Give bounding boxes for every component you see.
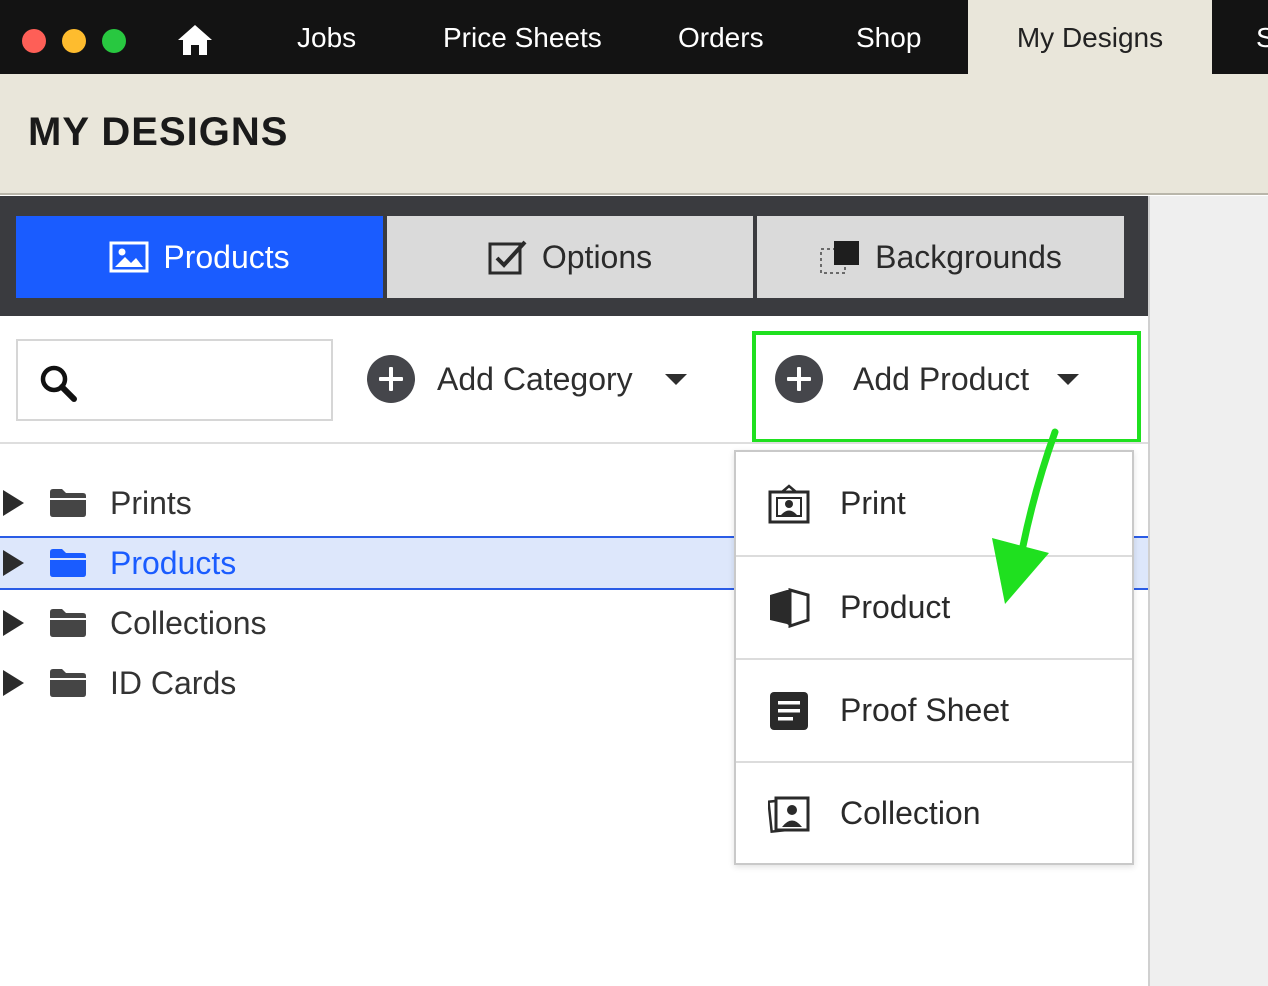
- menu-item-label: Collection: [840, 795, 981, 831]
- chevron-down-icon: [1057, 373, 1080, 385]
- tab-options[interactable]: Options: [387, 216, 753, 298]
- menu-item-label: Print: [840, 485, 906, 521]
- page-title: MY DESIGNS: [28, 110, 289, 154]
- nav-orders[interactable]: Orders: [678, 0, 764, 74]
- expand-arrow-icon[interactable]: [3, 610, 24, 636]
- add-product-button[interactable]: Add Product: [775, 354, 1080, 404]
- search-box: [16, 339, 333, 421]
- tab-options-label: Options: [541, 238, 653, 275]
- tab-products-label: Products: [163, 238, 290, 275]
- document-lines-icon: [770, 691, 808, 730]
- tree-item-label: ID Cards: [110, 664, 237, 701]
- folder-icon: [50, 549, 86, 577]
- search-input[interactable]: [90, 357, 320, 403]
- expand-arrow-icon[interactable]: [3, 670, 24, 696]
- nav-shop[interactable]: Shop: [856, 0, 921, 74]
- right-side-panel: [1148, 196, 1268, 986]
- folder-icon: [50, 669, 86, 697]
- toolbar-divider: [0, 442, 1148, 444]
- tree-item-label: Products: [110, 544, 237, 581]
- plus-circle-icon: [367, 355, 415, 403]
- top-nav: Jobs Price Sheets Orders Shop My Designs…: [0, 0, 1268, 74]
- menu-item-label: Proof Sheet: [840, 692, 1009, 728]
- image-icon: [109, 241, 149, 273]
- nav-price-sheets[interactable]: Price Sheets: [443, 0, 602, 74]
- framed-portrait-icon: [768, 483, 810, 523]
- tab-backgrounds-label: Backgrounds: [875, 238, 1062, 275]
- expand-arrow-icon[interactable]: [3, 490, 24, 516]
- page-header: MY DESIGNS: [0, 74, 1268, 195]
- menu-item-proof-sheet[interactable]: Proof Sheet: [736, 658, 1132, 761]
- add-category-button[interactable]: Add Category: [367, 354, 687, 404]
- window-zoom-button[interactable]: [102, 29, 126, 53]
- search-icon: [40, 365, 77, 402]
- checkbox-icon: [488, 240, 527, 275]
- tree-item-label: Collections: [110, 604, 267, 641]
- nav-jobs[interactable]: Jobs: [297, 0, 356, 74]
- menu-item-label: Product: [840, 589, 951, 625]
- home-icon[interactable]: [176, 23, 214, 57]
- background-layers-icon: [820, 241, 860, 274]
- tree-item-label: Prints: [110, 484, 192, 521]
- add-category-label: Add Category: [437, 360, 633, 397]
- add-product-label: Add Product: [853, 360, 1030, 397]
- add-product-dropdown-menu: Print Product Proof Sheet Collection: [734, 450, 1134, 865]
- nav-my-designs[interactable]: My Designs: [968, 0, 1212, 74]
- tab-backgrounds[interactable]: Backgrounds: [757, 216, 1124, 298]
- menu-item-print[interactable]: Print: [736, 452, 1132, 555]
- expand-arrow-icon[interactable]: [3, 550, 24, 576]
- window-close-button[interactable]: [22, 29, 46, 53]
- window-minimize-button[interactable]: [62, 29, 86, 53]
- tab-products[interactable]: Products: [16, 216, 383, 298]
- menu-item-collection[interactable]: Collection: [736, 761, 1132, 864]
- book-icon: [770, 587, 810, 628]
- chevron-down-icon: [664, 373, 687, 385]
- menu-item-product[interactable]: Product: [736, 555, 1132, 658]
- nav-truncated-item[interactable]: S: [1256, 0, 1268, 74]
- folder-icon: [50, 609, 86, 637]
- plus-circle-icon: [775, 355, 823, 403]
- stacked-photos-icon: [768, 796, 810, 833]
- design-tabs-bar: Products Options Backgrounds: [0, 196, 1148, 316]
- folder-icon: [50, 489, 86, 517]
